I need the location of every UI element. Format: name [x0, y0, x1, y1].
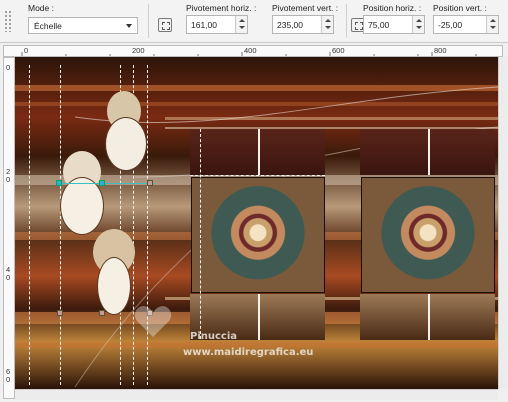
- dashed-guide: [60, 65, 61, 385]
- mode-label: Mode :: [28, 3, 54, 13]
- chevron-down-icon: [126, 24, 132, 28]
- dashed-guide: [190, 175, 325, 176]
- ruler-top-label: 600: [332, 46, 345, 55]
- divider-line: [428, 294, 430, 340]
- divider-line: [258, 129, 260, 175]
- ruler-top-label: 0: [24, 46, 29, 55]
- pos-h-spinner[interactable]: [412, 16, 424, 33]
- watermark-author: Pinuccia: [190, 331, 238, 342]
- pos-h-label: Position horiz. :: [363, 3, 422, 13]
- dashed-guide: [29, 65, 30, 385]
- pos-v-value: -25,00: [438, 20, 463, 30]
- toolbar-separator: [346, 4, 347, 38]
- pos-h-input[interactable]: 75,00: [363, 15, 425, 34]
- rot-v-input[interactable]: 235,00: [272, 15, 334, 34]
- mode-select[interactable]: Échelle: [28, 17, 138, 34]
- disc-shape: [60, 177, 104, 235]
- rotation-guide-line: [59, 183, 155, 184]
- spin-up-icon[interactable]: [239, 19, 245, 22]
- dashed-guide: [200, 129, 201, 339]
- rot-v-spinner[interactable]: [321, 16, 333, 33]
- spin-down-icon[interactable]: [490, 26, 496, 29]
- pivot-tool-icon[interactable]: [158, 18, 172, 32]
- disc-shape: [97, 257, 131, 315]
- toolbar-separator: [148, 4, 149, 38]
- ruler-top-label: 400: [244, 46, 257, 55]
- pos-v-label: Position vert. :: [433, 3, 487, 13]
- pos-v-input[interactable]: -25,00: [433, 15, 499, 34]
- ruler-top-label: 200: [132, 46, 145, 55]
- vertical-scrollbar[interactable]: [498, 57, 508, 389]
- divider-line: [428, 129, 430, 175]
- deformation-toolbar: Mode : Échelle Pivotement horiz. : 161,0…: [0, 0, 508, 43]
- ruler-vertical: 0 2 0 4 0 6 0: [3, 57, 15, 399]
- disc-shape: [105, 117, 147, 171]
- toolbar-grip[interactable]: [4, 10, 12, 32]
- pos-h-value: 75,00: [368, 20, 390, 30]
- ruler-left-label: 4 0: [6, 265, 11, 282]
- rot-h-input[interactable]: 161,00: [186, 15, 248, 34]
- flower-picture-left: [191, 177, 325, 293]
- image-canvas[interactable]: Pinuccia www.maidiregrafica.eu: [15, 57, 498, 389]
- rot-h-value: 161,00: [191, 20, 217, 30]
- rot-v-value: 235,00: [277, 20, 303, 30]
- rot-v-label: Pivotement vert. :: [272, 3, 339, 13]
- scale-handle[interactable]: [99, 310, 105, 316]
- divider-line: [258, 294, 260, 340]
- heart-logo-icon: [133, 303, 173, 339]
- ruler-top-label: 800: [434, 46, 447, 55]
- pos-v-spinner[interactable]: [486, 16, 498, 33]
- mode-select-value: Échelle: [34, 21, 62, 31]
- watermark-url: www.maidiregrafica.eu: [183, 347, 314, 358]
- spin-up-icon[interactable]: [490, 19, 496, 22]
- spin-up-icon[interactable]: [325, 19, 331, 22]
- ruler-left-label: 0: [6, 63, 11, 72]
- scale-handle[interactable]: [147, 180, 153, 186]
- spin-down-icon[interactable]: [325, 26, 331, 29]
- scale-handle[interactable]: [57, 310, 63, 316]
- ruler-left-label: 2 0: [6, 167, 11, 184]
- rotation-pivot-handle[interactable]: [99, 180, 105, 186]
- ruler-horizontal: 0 200 400 600 800: [3, 45, 503, 57]
- flower-picture-right: [361, 177, 495, 293]
- rotation-pivot-handle[interactable]: [56, 180, 62, 186]
- horizontal-scrollbar[interactable]: [15, 389, 498, 400]
- ruler-left-label: 6 0: [6, 367, 11, 384]
- spin-down-icon[interactable]: [416, 26, 422, 29]
- rot-h-spinner[interactable]: [235, 16, 247, 33]
- spin-up-icon[interactable]: [416, 19, 422, 22]
- spin-down-icon[interactable]: [239, 26, 245, 29]
- rot-h-label: Pivotement horiz. :: [186, 3, 257, 13]
